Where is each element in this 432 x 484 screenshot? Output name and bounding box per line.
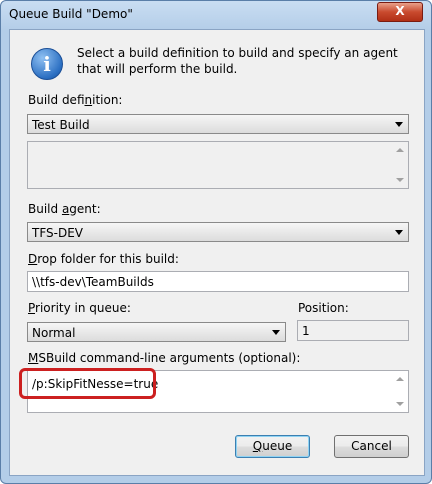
scroll-down-icon[interactable] <box>396 402 404 406</box>
msbuild-args-scrollbar[interactable] <box>392 371 408 412</box>
chevron-down-icon <box>390 223 408 241</box>
drop-folder-label: Drop folder for this build: <box>28 252 179 266</box>
build-agent-label: Build agent: <box>28 202 101 216</box>
build-definition-description <box>27 141 409 189</box>
description-scrollbar[interactable] <box>392 142 408 188</box>
info-icon: i <box>31 48 63 80</box>
highlight-annotation <box>19 368 156 399</box>
intro-text: Select a build definition to build and s… <box>77 46 398 76</box>
window-title: Queue Build "Demo" <box>9 7 133 21</box>
scroll-up-icon[interactable] <box>396 148 404 152</box>
priority-label: Priority in queue: <box>28 301 131 315</box>
title-bar[interactable]: Queue Build "Demo" X <box>1 1 431 29</box>
build-agent-value: TFS-DEV <box>32 226 83 240</box>
build-definition-select[interactable]: Test Build <box>27 114 409 134</box>
build-definition-value: Test Build <box>32 118 90 132</box>
cancel-button[interactable]: Cancel <box>334 435 409 458</box>
chevron-down-icon <box>267 323 285 341</box>
position-value: 1 <box>302 324 310 338</box>
position-field: 1 <box>297 320 409 341</box>
scroll-up-icon[interactable] <box>396 377 404 381</box>
close-button[interactable]: X <box>377 2 423 22</box>
chevron-down-icon <box>390 115 408 133</box>
msbuild-args-label: MSBuild command-line arguments (optional… <box>28 351 301 365</box>
scroll-down-icon[interactable] <box>396 178 404 182</box>
queue-button[interactable]: Queue <box>235 435 310 458</box>
priority-value: Normal <box>32 326 76 340</box>
drop-folder-input[interactable]: \\tfs-dev\TeamBuilds <box>27 271 409 292</box>
priority-select[interactable]: Normal <box>27 322 286 342</box>
position-label: Position: <box>298 301 349 315</box>
build-definition-label: Build definition: <box>28 93 123 107</box>
build-agent-select[interactable]: TFS-DEV <box>27 222 409 242</box>
drop-folder-value: \\tfs-dev\TeamBuilds <box>32 275 154 289</box>
queue-build-dialog: Queue Build "Demo" X i Select a build de… <box>0 0 432 484</box>
dialog-body: i Select a build definition to build and… <box>9 29 425 476</box>
